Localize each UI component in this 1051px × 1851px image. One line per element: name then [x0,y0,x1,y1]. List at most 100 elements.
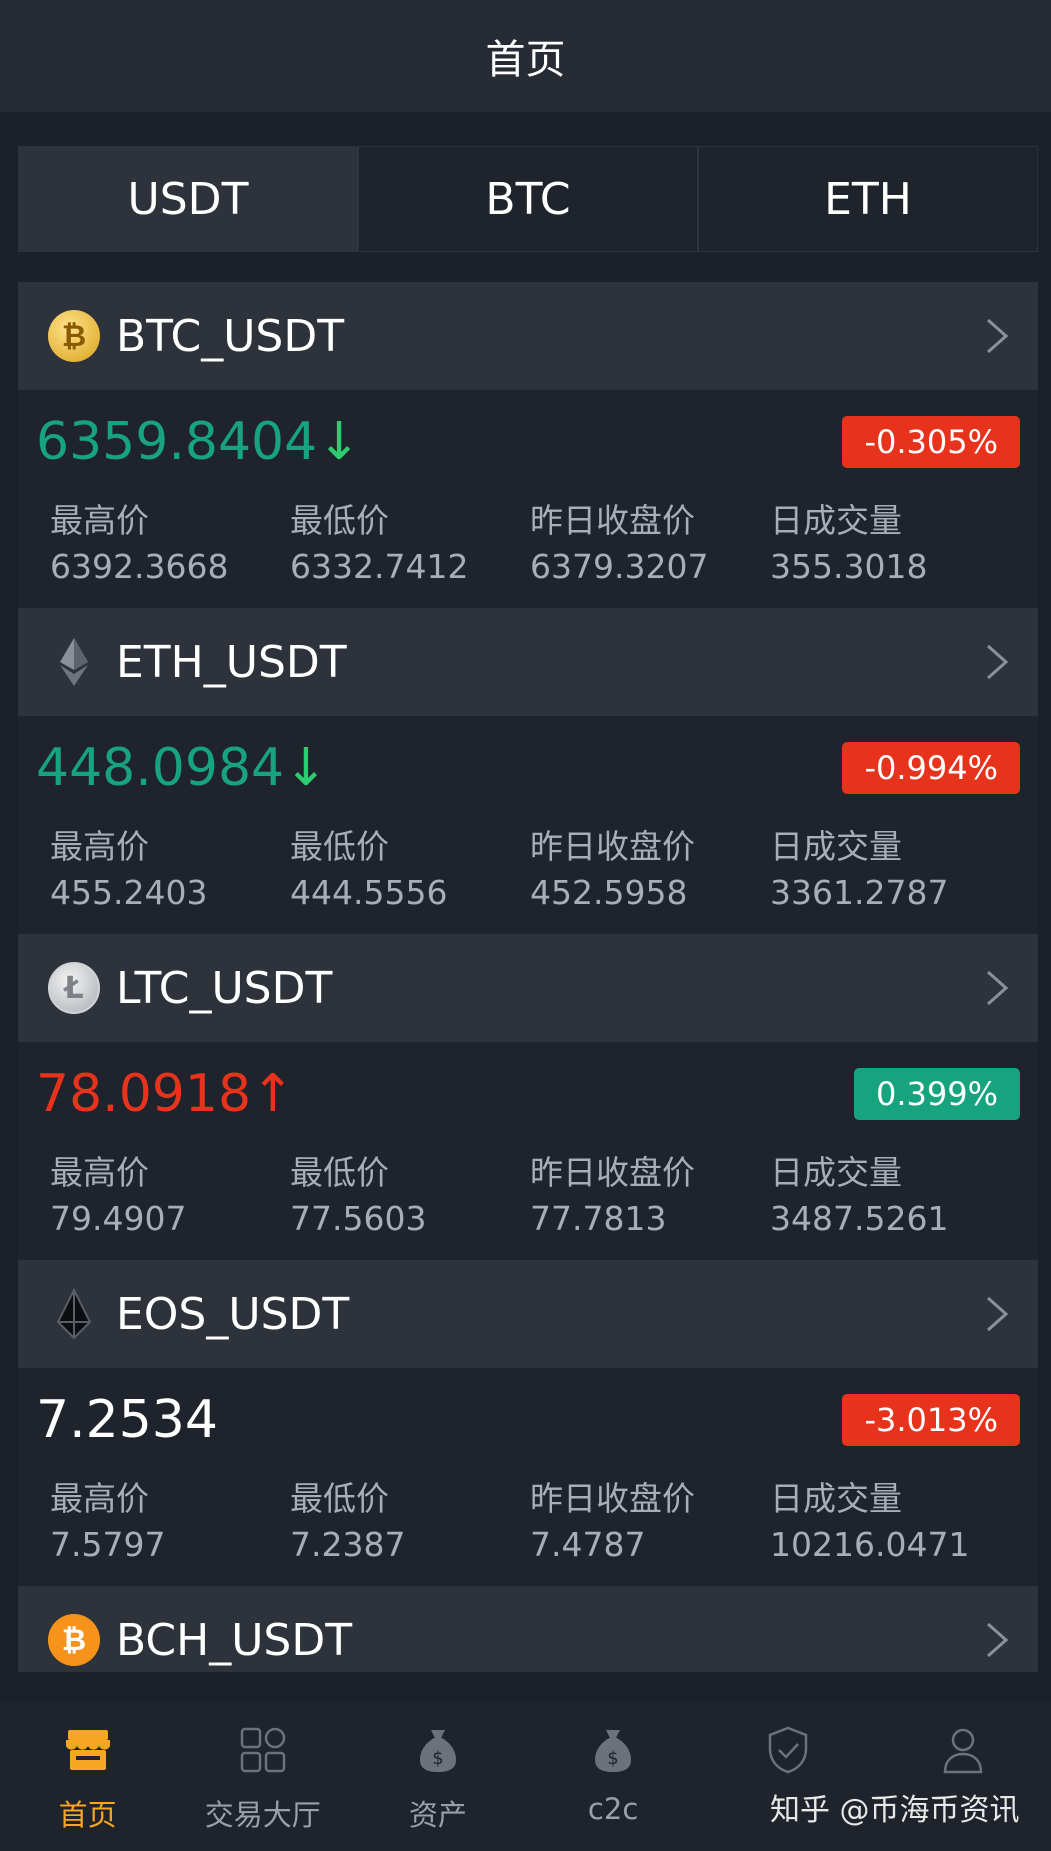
nav-c2c[interactable]: $ c2c [526,1702,701,1851]
bitcoin-cash-icon: ₿ [48,1614,100,1666]
prev-close-label: 昨日收盘价 [530,827,695,866]
high-label: 最高价 [50,827,149,866]
litecoin-icon: Ł [48,962,100,1014]
high-value: 6392.3668 [50,547,229,586]
tab-label: ETH [824,173,912,225]
nav-label: 首页 [58,1798,117,1832]
tab-eth[interactable]: ETH [699,147,1037,251]
prev-close-label: 昨日收盘价 [530,1479,695,1518]
pair-name: BTC_USDT [116,310,345,362]
volume-value: 355.3018 [770,547,928,586]
market-header-ltc-usdt[interactable]: Ł LTC_USDT [18,934,1038,1042]
shield-icon [769,1726,808,1774]
high-value: 79.4907 [50,1199,187,1238]
market-body: 78.0918↑ 0.399% 最高价 79.4907 最低价 77.5603 昨日… [18,1042,1038,1260]
high-label: 最高价 [50,1479,149,1518]
svg-text:$: $ [607,1748,618,1769]
volume-label: 日成交量 [770,1153,902,1192]
market-card: ₿ BCH_USDT [18,1586,1038,1672]
high-value: 7.5797 [50,1525,166,1564]
tab-usdt[interactable]: USDT [19,147,359,251]
low-label: 最低价 [290,1153,389,1192]
change-badge: -0.994% [842,742,1020,794]
prev-close-label: 昨日收盘价 [530,1153,695,1192]
nav-assets[interactable]: $ 资产 [350,1702,525,1851]
market-card: ETH_USDT 448.0984↓ -0.994% 最高价 455.2403 最… [18,608,1038,934]
chevron-right-icon [987,1622,1009,1658]
market-header-btc-usdt[interactable]: ₿ BTC_USDT [18,282,1038,390]
volume-value: 10216.0471 [770,1525,970,1564]
change-badge: 0.399% [853,1068,1020,1120]
tab-label: BTC [485,173,571,225]
nav-label: 交易大厅 [204,1798,321,1832]
low-label: 最低价 [290,1479,389,1518]
last-price: 78.0918↑ [36,1064,295,1124]
pair-name: BCH_USDT [116,1614,353,1666]
change-badge: -0.305% [842,416,1020,468]
market-header-bch-usdt[interactable]: ₿ BCH_USDT [18,1586,1038,1672]
stats-row: 最高价 79.4907 最低价 77.5603 昨日收盘价 77.7813 日成交量 3… [50,1150,1010,1242]
market-body: 7.2534 -3.013% 最高价 7.5797 最低价 7.2387 昨日收盘价… [18,1368,1038,1586]
user-icon [944,1728,983,1774]
stats-row: 最高价 7.5797 最低价 7.2387 昨日收盘价 7.4787 日成交量 1021… [50,1476,1010,1568]
nav-home[interactable]: 首页 [0,1702,175,1851]
last-price: 6359.8404↓ [36,412,361,472]
pair-name: EOS_USDT [116,1288,350,1340]
low-value: 7.2387 [290,1525,406,1564]
low-value: 77.5603 [290,1199,427,1238]
market-header-eth-usdt[interactable]: ETH_USDT [18,608,1038,716]
arrow-up-icon: ↑ [251,1064,295,1124]
low-value: 444.5556 [290,873,448,912]
volume-label: 日成交量 [770,1479,902,1518]
shop-icon [65,1730,110,1770]
watermark-text: 知乎 @币海币资讯 [770,1793,1020,1828]
page-title: 首页 [485,37,566,83]
svg-text:$: $ [432,1748,443,1769]
money-bag-icon: $ [595,1730,632,1772]
prev-close-value: 452.5958 [530,873,688,912]
volume-value: 3361.2787 [770,873,949,912]
tab-label: USDT [127,173,249,225]
ethereum-icon [48,636,100,688]
prev-close-value: 7.4787 [530,1525,646,1564]
chevron-right-icon [987,1296,1009,1332]
volume-value: 3487.5261 [770,1199,949,1238]
arrow-down-icon: ↓ [284,738,328,798]
nav-label: c2c [587,1792,639,1826]
chevron-right-icon [987,644,1009,680]
high-label: 最高价 [50,1153,149,1192]
low-label: 最低价 [290,501,389,540]
pair-name: ETH_USDT [116,636,347,688]
stats-row: 最高价 6392.3668 最低价 6332.7412 昨日收盘价 6379.3207… [50,498,1010,590]
prev-close-value: 77.7813 [530,1199,667,1238]
tab-btc[interactable]: BTC [359,147,699,251]
prev-close-value: 6379.3207 [530,547,709,586]
market-card: Ł LTC_USDT 78.0918↑ 0.399% 最高价 79.4907 最低… [18,934,1038,1260]
nav-trading-hall[interactable]: 交易大厅 [175,1702,350,1851]
low-label: 最低价 [290,827,389,866]
arrow-down-icon: ↓ [317,412,361,472]
market-header-eos-usdt[interactable]: EOS_USDT [18,1260,1038,1368]
app-header: 首页 [0,0,1051,112]
prev-close-label: 昨日收盘价 [530,501,695,540]
high-value: 455.2403 [50,873,208,912]
low-value: 6332.7412 [290,547,469,586]
volume-label: 日成交量 [770,501,902,540]
quote-currency-tabs: USDT BTC ETH [18,146,1038,252]
pair-name: LTC_USDT [116,962,333,1014]
last-price: 7.2534 [36,1390,218,1450]
market-body: 6359.8404↓ -0.305% 最高价 6392.3668 最低价 6332.… [18,390,1038,608]
bitcoin-icon: ₿ [48,310,100,362]
high-label: 最高价 [50,501,149,540]
market-card: ₿ BTC_USDT 6359.8404↓ -0.305% 最高价 6392.36… [18,282,1038,608]
market-card: EOS_USDT 7.2534 -3.013% 最高价 7.5797 最低价 7.2… [18,1260,1038,1586]
last-price: 448.0984↓ [36,738,328,798]
volume-label: 日成交量 [770,827,902,866]
stats-row: 最高价 455.2403 最低价 444.5556 昨日收盘价 452.5958 日成… [50,824,1010,916]
nav-label: 资产 [408,1798,467,1832]
market-body: 448.0984↓ -0.994% 最高价 455.2403 最低价 444.555… [18,716,1038,934]
money-bag-icon: $ [419,1730,456,1772]
chevron-right-icon [987,970,1009,1006]
grid-icon [240,1727,285,1773]
market-list: ₿ BTC_USDT 6359.8404↓ -0.305% 最高价 6392.36… [18,282,1038,1672]
